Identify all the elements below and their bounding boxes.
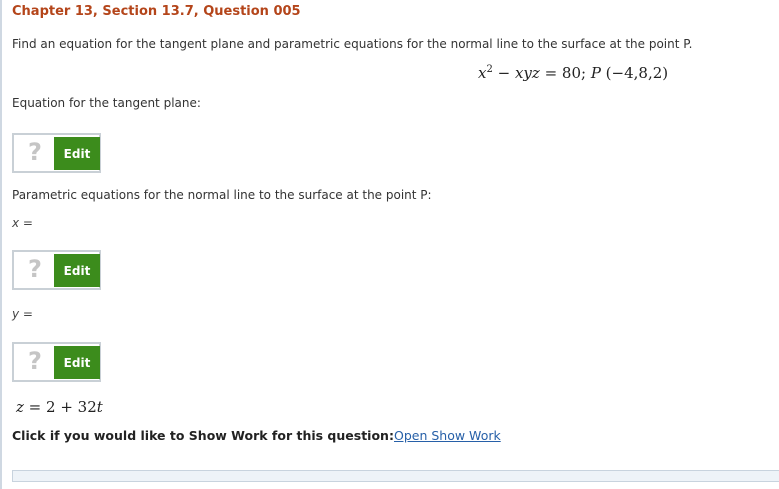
eq-minus: −	[492, 64, 515, 82]
x-answer-box[interactable]: ? Edit	[12, 250, 101, 290]
left-border	[0, 0, 2, 489]
normal-line-label: Parametric equations for the normal line…	[12, 188, 432, 202]
surface-equation: x2 − xyz = 80; P (−4,8,2)	[478, 64, 668, 82]
question-mark-icon: ?	[28, 138, 42, 166]
page-title: Chapter 13, Section 13.7, Question 005	[12, 4, 301, 19]
question-mark-icon: ?	[28, 255, 42, 283]
y-answer-box[interactable]: ? Edit	[12, 342, 101, 382]
question-instruction: Find an equation for the tangent plane a…	[12, 37, 693, 51]
z-expression: = 2 + 32	[23, 398, 97, 416]
tangent-plane-edit-button[interactable]: Edit	[54, 137, 100, 170]
eq-point-coords: (−4,8,2)	[600, 64, 669, 82]
z-param: t	[96, 398, 103, 416]
eq-point-label: P	[590, 64, 601, 82]
eq-equals: = 80;	[539, 64, 591, 82]
tangent-plane-label: Equation for the tangent plane:	[12, 96, 201, 110]
open-show-work-link[interactable]: Open Show Work	[394, 428, 501, 443]
y-equation-label: y =	[12, 307, 33, 321]
tangent-plane-answer-box[interactable]: ? Edit	[12, 133, 101, 173]
question-mark-icon: ?	[28, 347, 42, 375]
x-equation-label: x =	[12, 216, 33, 230]
z-equation: z = 2 + 32t	[16, 398, 103, 416]
bottom-panel	[12, 470, 779, 482]
x-edit-button[interactable]: Edit	[54, 254, 100, 287]
eq-xyz: xyz	[514, 64, 540, 82]
y-edit-button[interactable]: Edit	[54, 346, 100, 379]
z-var: z	[16, 398, 24, 416]
show-work-prompt: Click if you would like to Show Work for…	[12, 428, 394, 443]
